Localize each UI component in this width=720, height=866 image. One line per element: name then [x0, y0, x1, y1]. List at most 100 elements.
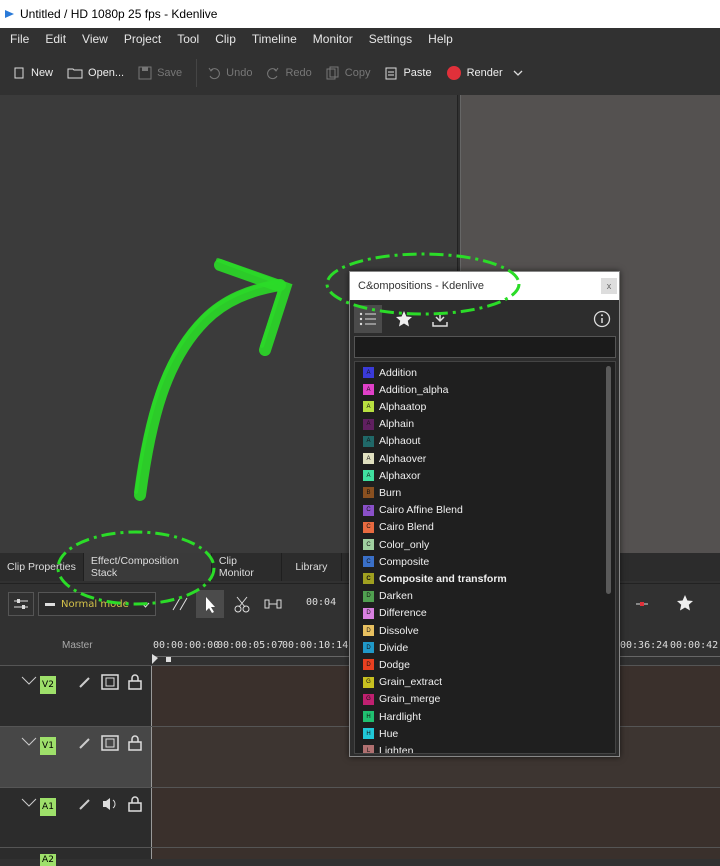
list-scrollbar[interactable] [606, 366, 611, 594]
composition-item[interactable]: D Dodge [363, 656, 410, 673]
composition-swatch-icon: D [363, 590, 374, 602]
menu-tool[interactable]: Tool [169, 32, 207, 46]
star-icon[interactable] [676, 594, 694, 612]
selection-tool-button[interactable] [196, 590, 224, 618]
spacer-tool-icon[interactable] [170, 594, 190, 614]
menu-help[interactable]: Help [420, 32, 461, 46]
composition-item[interactable]: C Cairo Affine Blend [363, 502, 463, 519]
edit-mode-select[interactable]: Normal mode [38, 592, 156, 616]
save-button[interactable]: Save [138, 66, 182, 80]
menu-settings[interactable]: Settings [361, 32, 420, 46]
composition-item[interactable]: A Alphaatop [363, 398, 426, 415]
composition-item[interactable]: A Alphain [363, 416, 414, 433]
effects-wand-icon[interactable] [77, 796, 93, 812]
track-settings-icon[interactable] [8, 592, 34, 616]
composition-item[interactable]: A Alphaover [363, 450, 426, 467]
menu-monitor[interactable]: Monitor [305, 32, 361, 46]
slip-tool-icon[interactable] [262, 594, 284, 614]
composition-item[interactable]: A Addition_alpha [363, 381, 448, 398]
composition-item[interactable]: A Addition [363, 364, 417, 381]
cursor-icon [206, 597, 215, 613]
paste-button[interactable]: Paste [384, 66, 432, 80]
playhead-marker-icon[interactable] [150, 654, 180, 664]
composition-label: Alphaxor [379, 469, 421, 482]
kdenlive-app-icon [5, 10, 14, 18]
film-icon[interactable] [101, 674, 119, 690]
tab-clip-monitor[interactable]: Clip Monitor [212, 553, 282, 581]
speaker-icon[interactable] [101, 796, 119, 812]
composition-swatch-icon: B [363, 487, 374, 499]
effects-wand-icon[interactable] [77, 674, 93, 690]
render-button[interactable]: Render [446, 65, 530, 81]
remove-space-icon[interactable] [632, 596, 652, 612]
effects-wand-icon[interactable] [77, 735, 93, 751]
chevron-down-icon[interactable] [511, 66, 525, 80]
composition-swatch-icon: A [363, 418, 374, 430]
composition-label: Grain_extract [379, 676, 443, 689]
ruler-tick-3: 00:36:24 [620, 640, 669, 651]
composition-swatch-icon: D [363, 659, 374, 671]
composition-label: Cairo Affine Blend [379, 504, 463, 517]
copy-button[interactable]: Copy [326, 66, 370, 80]
menu-edit[interactable]: Edit [37, 32, 74, 46]
track-a1[interactable]: A1 [0, 787, 720, 847]
redo-button[interactable]: Redo [266, 66, 312, 80]
composition-list[interactable]: A Addition A Addition_alpha A Alphaatop A Alpha… [354, 361, 616, 754]
paste-icon [385, 67, 397, 80]
menu-view[interactable]: View [74, 32, 116, 46]
tab-library[interactable]: Library [282, 553, 342, 581]
tab-clip-properties[interactable]: Clip Properties [0, 553, 84, 581]
composition-item[interactable]: G Grain_extract [363, 674, 442, 691]
undo-button[interactable]: Undo [207, 66, 252, 80]
info-button[interactable] [588, 305, 616, 333]
dialog-close-button[interactable]: x [601, 278, 617, 294]
composition-item[interactable]: A Alphaout [363, 433, 420, 450]
composition-swatch-icon: H [363, 728, 374, 740]
list-icon [359, 312, 376, 326]
composition-item[interactable]: D Dissolve [363, 622, 419, 639]
download-button[interactable] [426, 305, 454, 333]
menu-project[interactable]: Project [116, 32, 169, 46]
list-view-button[interactable] [354, 305, 382, 333]
composition-item[interactable]: H Hue [363, 725, 398, 742]
collapse-chevron-icon[interactable] [20, 674, 38, 688]
menu-file[interactable]: File [2, 32, 37, 46]
razor-tool-icon[interactable] [232, 594, 252, 614]
composition-item[interactable]: A Alphaxor [363, 467, 420, 484]
composition-item[interactable]: H Hardlight [363, 708, 421, 725]
lock-icon[interactable] [127, 735, 143, 751]
composition-item[interactable]: B Burn [363, 484, 401, 501]
composition-item[interactable]: C Composite [363, 553, 429, 570]
save-icon [138, 66, 152, 80]
composition-item[interactable]: C Cairo Blend [363, 519, 434, 536]
new-button[interactable]: New [12, 66, 53, 80]
lock-icon[interactable] [127, 796, 143, 812]
menu-clip[interactable]: Clip [207, 32, 244, 46]
composition-label: Composite and transform [379, 572, 507, 585]
composition-item[interactable]: L Lighten [363, 742, 414, 754]
composition-label: Lighten [379, 744, 414, 754]
composition-label: Cairo Blend [379, 521, 434, 534]
download-icon [432, 312, 448, 327]
collapse-chevron-icon[interactable] [20, 735, 38, 749]
composition-item[interactable]: C Composite and transform [363, 570, 507, 587]
track-name: V1 [40, 737, 56, 755]
menu-timeline[interactable]: Timeline [244, 32, 305, 46]
composition-swatch-icon: A [363, 470, 374, 482]
dialog-titlebar[interactable]: C&ompositions - Kdenlive x [350, 272, 619, 300]
favorites-button[interactable] [390, 305, 418, 333]
film-icon[interactable] [101, 735, 119, 751]
collapse-chevron-icon[interactable] [20, 796, 38, 810]
track-a2[interactable]: A2 [0, 847, 720, 866]
composition-item[interactable]: C Color_only [363, 536, 429, 553]
composition-item[interactable]: D Difference [363, 605, 427, 622]
composition-item[interactable]: D Darken [363, 588, 413, 605]
composition-search-input[interactable] [354, 336, 616, 358]
composition-label: Hardlight [379, 710, 422, 723]
lock-icon[interactable] [127, 674, 143, 690]
composition-item[interactable]: G Grain_merge [363, 691, 440, 708]
menu-bar: File Edit View Project Tool Clip Timelin… [0, 28, 720, 50]
tab-effect-composition-stack[interactable]: Effect/Composition Stack [83, 553, 212, 581]
open-button[interactable]: Open... [67, 66, 124, 80]
composition-item[interactable]: D Divide [363, 639, 408, 656]
